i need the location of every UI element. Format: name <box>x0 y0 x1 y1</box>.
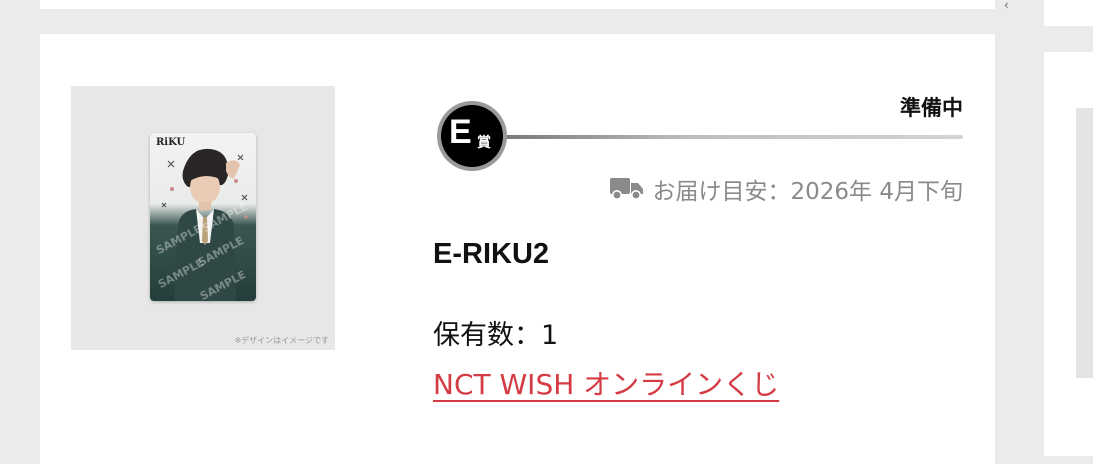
prize-item-card: RiKU SAMPLE SAMPLE SAMPLE SAMPLE SAMPLE … <box>40 34 995 464</box>
photo-logo: RiKU <box>156 137 186 148</box>
quantity-owned: 保有数：1 <box>433 320 559 351</box>
prize-letter: E <box>449 113 472 151</box>
corner-mark: ‹ <box>1004 0 1009 12</box>
status-label: 準備中 <box>900 96 963 120</box>
truck-icon <box>609 178 643 200</box>
adjacent-card-image <box>1076 108 1093 378</box>
prize-suffix: 賞 <box>477 135 491 151</box>
item-image[interactable]: RiKU SAMPLE SAMPLE SAMPLE SAMPLE SAMPLE … <box>71 86 335 350</box>
adjacent-card-top <box>1044 0 1093 26</box>
previous-card-edge <box>40 0 995 9</box>
delivery-text: お届け目安：2026年 4月下旬 <box>652 179 963 205</box>
prize-divider <box>505 135 963 139</box>
photo-card-image: RiKU SAMPLE SAMPLE SAMPLE SAMPLE SAMPLE <box>150 133 256 301</box>
lottery-link[interactable]: NCT WISH オンラインくじ <box>433 363 779 403</box>
delivery-estimate: お届け目安：2026年 4月下旬 <box>609 172 963 206</box>
item-name: E-RIKU2 <box>433 238 550 270</box>
image-caption: ※デザインはイメージです <box>234 336 329 345</box>
prize-badge-icon: E 賞 <box>437 101 507 171</box>
